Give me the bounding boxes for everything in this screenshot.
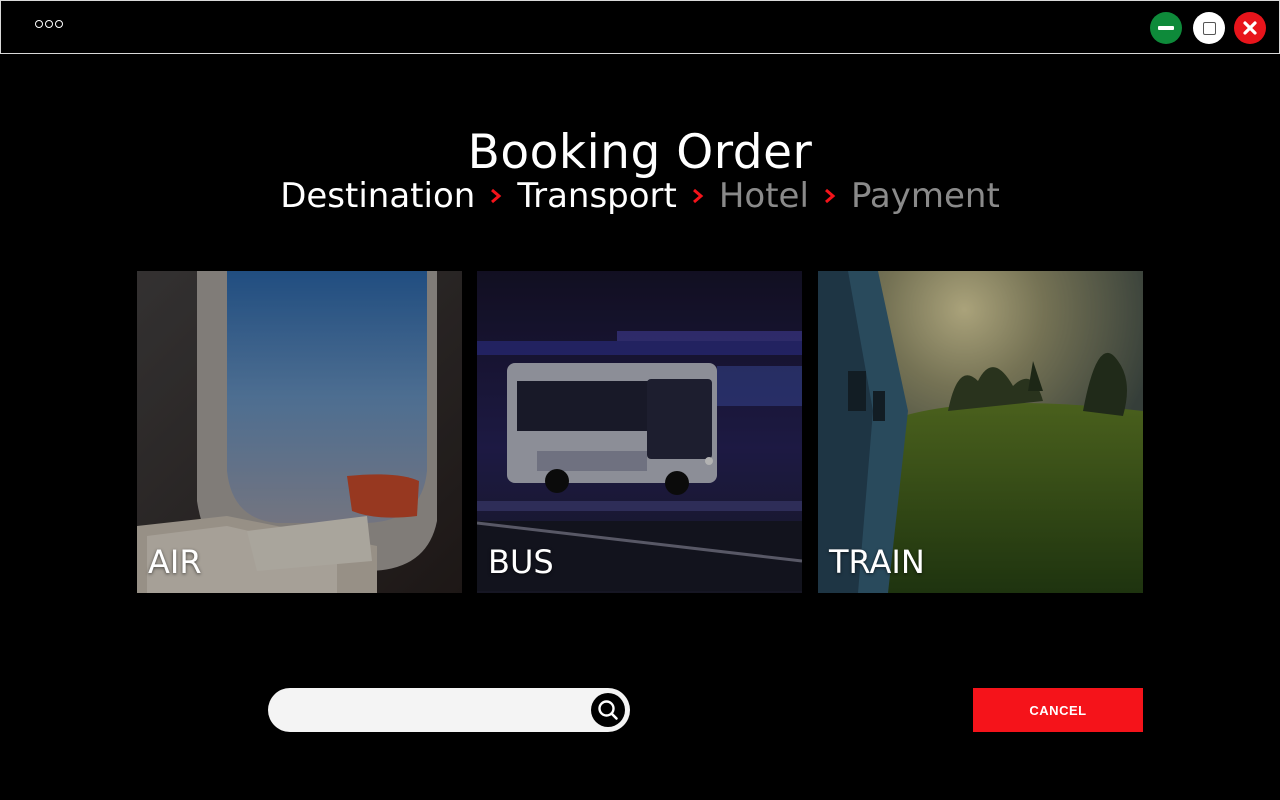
step-hotel[interactable]: Hotel (719, 176, 809, 216)
search-input[interactable] (286, 688, 590, 734)
chevron-right-icon (491, 188, 502, 204)
transport-card-label: AIR (148, 543, 202, 581)
chevron-right-icon (692, 188, 704, 204)
minimize-button[interactable] (1150, 12, 1182, 44)
transport-card-label: BUS (488, 543, 554, 581)
search-icon (598, 700, 618, 720)
cancel-button[interactable]: CANCEL (973, 688, 1143, 732)
page-title: Booking Order (467, 125, 813, 181)
search-bar (268, 688, 630, 734)
maximize-icon (1202, 21, 1216, 35)
window-titlebar (0, 0, 1280, 54)
maximize-button[interactable] (1193, 12, 1225, 44)
chevron-right-icon (824, 188, 836, 204)
minimize-icon (1158, 26, 1174, 30)
step-payment[interactable]: Payment (851, 176, 1000, 216)
transport-card-bus[interactable]: BUS (477, 271, 802, 593)
transport-card-air[interactable]: AIR (137, 271, 462, 593)
close-button[interactable] (1234, 12, 1266, 44)
search-button[interactable] (591, 693, 625, 727)
step-destination[interactable]: Destination (280, 176, 475, 216)
transport-card-train[interactable]: TRAIN (818, 271, 1143, 593)
close-icon (1243, 21, 1257, 35)
booking-stepper: Destination Transport Hotel Payment (0, 176, 1280, 216)
step-transport[interactable]: Transport (517, 176, 677, 216)
more-dots-icon[interactable] (35, 20, 63, 28)
transport-card-label: TRAIN (829, 543, 925, 581)
